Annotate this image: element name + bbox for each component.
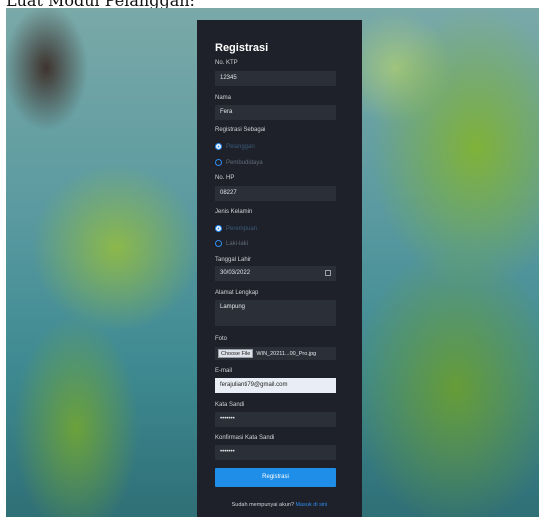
nama-input[interactable]: Fera: [215, 105, 336, 120]
foto-file-input[interactable]: Choose File WIN_20211...00_Pro.jpg: [215, 347, 336, 360]
alamat-label: Alamat Lengkap: [215, 290, 259, 296]
foto-label: Foto: [215, 336, 228, 342]
hp-label: No. HP: [215, 175, 235, 181]
registrasi-button[interactable]: Registrasi: [215, 468, 336, 487]
registration-card: Registrasi No. KTP 12345 Nama Fera Regis…: [197, 20, 362, 517]
radio-unchecked-icon: [215, 159, 222, 166]
ktp-label: No. KTP: [215, 60, 238, 66]
ktp-input[interactable]: 12345: [215, 71, 336, 86]
choose-file-button[interactable]: Choose File: [218, 349, 254, 358]
login-prompt-text: Sudah mempunyai akun?: [231, 502, 295, 508]
password-input[interactable]: •••••••: [215, 412, 336, 427]
login-prompt: Sudah mempunyai akun? Masuk di sini: [197, 502, 362, 508]
konfirmasi-label: Konfirmasi Kata Sandi: [215, 435, 275, 441]
role-label: Registrasi Sebagai: [215, 127, 266, 133]
radio-pembudidaya[interactable]: Pembudidaya: [215, 159, 263, 166]
calendar-icon[interactable]: [325, 270, 331, 276]
login-link[interactable]: Masuk di sini: [296, 502, 328, 508]
radio-pelanggan[interactable]: Pelanggan: [215, 143, 255, 150]
alamat-textarea[interactable]: Lampung: [215, 300, 336, 326]
radio-unchecked-icon: [215, 240, 222, 247]
radio-perempuan-label: Perempuan: [226, 225, 258, 232]
sandi-label: Kata Sandi: [215, 402, 245, 408]
radio-laki-laki-label: Laki-laki: [226, 240, 249, 247]
dob-value: 30/03/2022: [220, 270, 251, 276]
radio-checked-icon: [215, 225, 222, 232]
hp-input[interactable]: 08227: [215, 186, 336, 201]
form-title: Registrasi: [215, 42, 269, 54]
nama-label: Nama: [215, 95, 232, 101]
radio-pelanggan-label: Pelanggan: [226, 143, 255, 150]
gender-label: Jenis Kelamin: [215, 209, 253, 215]
foto-filename: WIN_20211...00_Pro.jpg: [256, 350, 317, 357]
radio-pembudidaya-label: Pembudidaya: [226, 159, 263, 166]
dob-label: Tanggal Lahir: [215, 257, 252, 263]
dob-input[interactable]: 30/03/2022: [215, 266, 336, 281]
radio-perempuan[interactable]: Perempuan: [215, 225, 257, 232]
radio-laki-laki[interactable]: Laki-laki: [215, 240, 248, 247]
email-label: E-mail: [215, 368, 233, 374]
confirm-password-input[interactable]: •••••••: [215, 445, 336, 460]
radio-checked-icon: [215, 143, 222, 150]
email-input[interactable]: ferajulianti79@gmail.com: [215, 378, 336, 393]
